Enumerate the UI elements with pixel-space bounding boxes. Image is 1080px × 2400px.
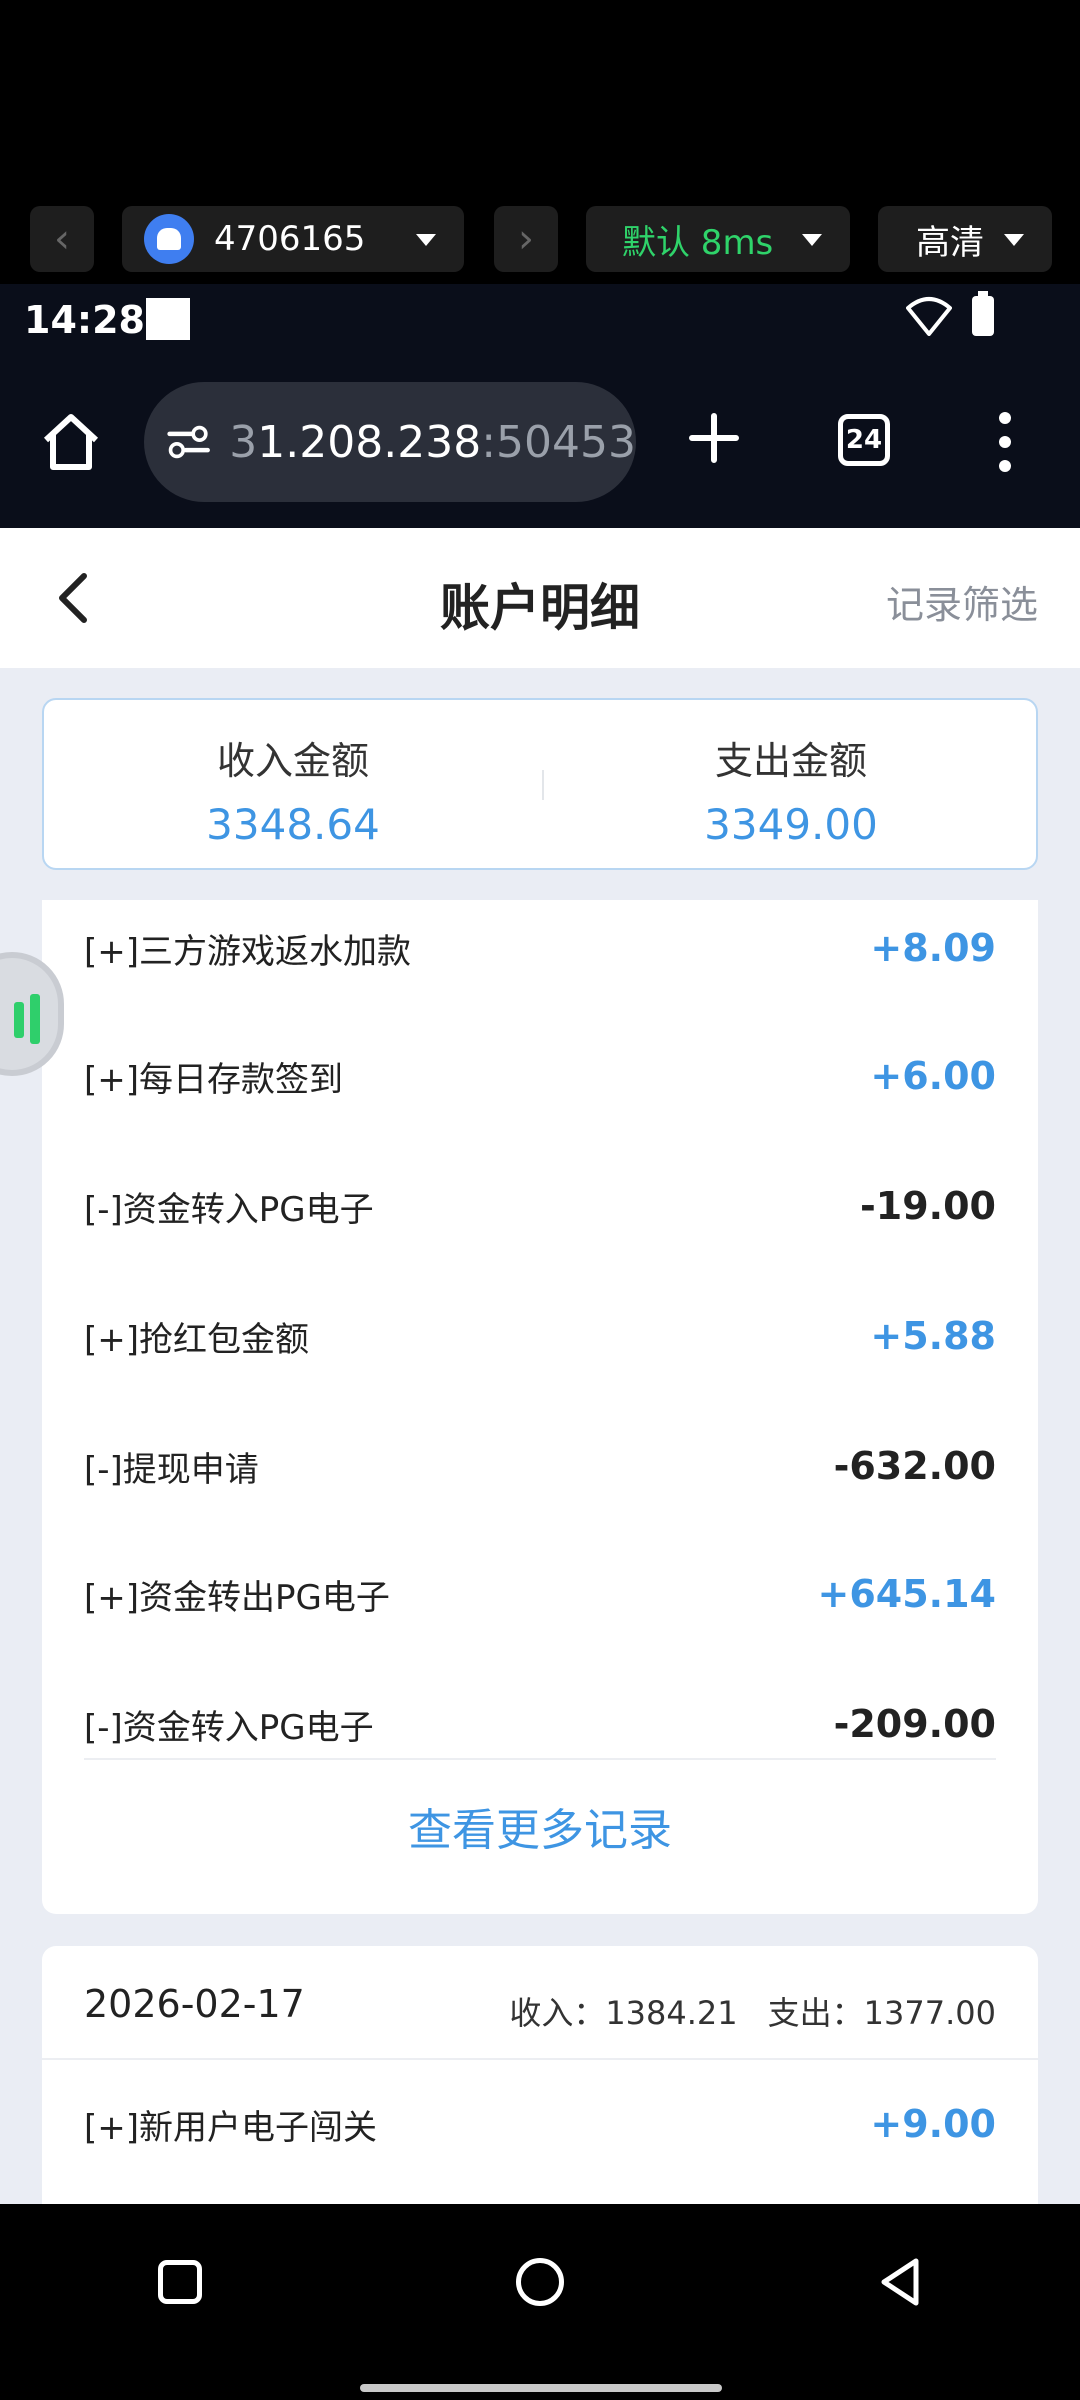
record-label: [+]每日存款签到 — [84, 1059, 344, 1100]
next-device-button[interactable]: › — [494, 206, 558, 272]
browser-toolbar: 31.208.238:50453 24 — [0, 360, 1080, 528]
divider — [84, 1758, 996, 1760]
record-amount: -19.00 — [860, 1184, 996, 1228]
device-selector[interactable]: 4706165 — [122, 206, 464, 272]
clock: 14:28 — [24, 298, 145, 342]
battery-icon — [972, 291, 994, 336]
quality-label: 高清 — [916, 222, 984, 263]
chevron-down-icon — [416, 234, 436, 246]
back-nav-icon[interactable] — [878, 2256, 922, 2308]
record-amount: +9.00 — [870, 2102, 996, 2146]
expense-summary: 支出金额 3349.00 — [542, 700, 1040, 872]
view-more-records-button[interactable]: 查看更多记录 — [42, 1794, 1038, 1858]
record-amount: +645.14 — [817, 1572, 996, 1616]
day-expense: 支出：1377.00 — [767, 1994, 996, 2032]
list-item: [+]三方游戏返水加款 +8.09 — [84, 918, 996, 978]
page-header: 账户明细 记录筛选 — [0, 528, 1080, 668]
bar-chart-icon — [30, 994, 40, 1044]
account-details-page: 账户明细 记录筛选 收入金额 3348.64 支出金额 3349.00 [+]三… — [0, 528, 1080, 2204]
wifi-icon — [906, 297, 952, 336]
record-label: [-]资金转入PG电子 — [84, 1707, 374, 1748]
expense-value: 3349.00 — [704, 800, 878, 849]
list-item: [+]新用户电子闯关 +9.00 — [84, 2094, 996, 2154]
url-text: 31.208.238:50453 — [229, 416, 636, 468]
expense-label: 支出金额 — [714, 739, 867, 783]
day-date: 2026-02-17 — [84, 1982, 305, 2026]
latency-label: 默认 8ms — [622, 222, 774, 263]
record-filter-button[interactable]: 记录筛选 — [886, 574, 1038, 629]
records-card: [+]三方游戏返水加款 +8.09 [+]每日存款签到 +6.00 [-]资金转… — [42, 900, 1038, 1914]
site-settings-icon[interactable] — [166, 422, 211, 462]
day-records-card: 2026-02-17 收入：1384.21 支出：1377.00 [+]新用户电子… — [42, 1946, 1038, 2204]
record-amount: +8.09 — [870, 926, 996, 970]
income-label: 收入金额 — [216, 739, 369, 783]
android-icon — [144, 214, 194, 264]
record-label: [+]新用户电子闯关 — [84, 2107, 378, 2148]
record-label: [+]资金转出PG电子 — [84, 1577, 390, 1618]
divider — [42, 2058, 1038, 2060]
home-nav-icon[interactable] — [516, 2258, 564, 2306]
prev-device-button[interactable]: ‹ — [30, 206, 94, 272]
notification-icon — [146, 298, 190, 340]
record-label: [+]三方游戏返水加款 — [84, 931, 412, 972]
chevron-down-icon — [1004, 234, 1024, 246]
latency-selector[interactable]: 默认 8ms — [586, 206, 850, 272]
new-tab-icon[interactable] — [688, 412, 740, 464]
home-icon[interactable] — [40, 412, 102, 472]
summary-card: 收入金额 3348.64 支出金额 3349.00 — [42, 698, 1038, 870]
list-item: [+]每日存款签到 +6.00 — [84, 1046, 996, 1106]
record-amount: -632.00 — [833, 1444, 996, 1488]
tab-switcher[interactable]: 24 — [838, 414, 890, 466]
record-amount: +5.88 — [870, 1314, 996, 1358]
device-id: 4706165 — [214, 219, 366, 259]
address-bar[interactable]: 31.208.238:50453 — [144, 382, 636, 502]
record-label: [-]提现申请 — [84, 1449, 259, 1490]
recents-icon[interactable] — [158, 2260, 202, 2304]
list-item: [-]提现申请 -632.00 — [84, 1436, 996, 1496]
more-menu-icon[interactable] — [998, 412, 1012, 472]
system-nav-bar — [0, 2204, 1080, 2400]
gesture-handle[interactable] — [360, 2384, 722, 2392]
list-item: [+]抢红包金额 +5.88 — [84, 1306, 996, 1366]
list-item: [-]资金转入PG电子 -209.00 — [84, 1694, 996, 1754]
status-bar: 14:28 — [0, 284, 1080, 360]
income-value: 3348.64 — [206, 800, 380, 849]
day-totals: 收入：1384.21 支出：1377.00 — [479, 1988, 996, 2034]
income-summary: 收入金额 3348.64 — [44, 700, 542, 872]
list-item: [-]资金转入PG电子 -19.00 — [84, 1176, 996, 1236]
record-label: [-]资金转入PG电子 — [84, 1189, 374, 1230]
quality-selector[interactable]: 高清 — [878, 206, 1052, 272]
day-income: 收入：1384.21 — [509, 1994, 738, 2032]
record-label: [+]抢红包金额 — [84, 1319, 310, 1360]
remote-toolbar: ‹ 4706165 › 默认 8ms 高清 — [0, 0, 1080, 284]
record-amount: +6.00 — [870, 1054, 996, 1098]
record-amount: -209.00 — [833, 1702, 996, 1746]
list-item: [+]资金转出PG电子 +645.14 — [84, 1564, 996, 1624]
chevron-down-icon — [802, 234, 822, 246]
bar-chart-icon — [14, 1002, 24, 1038]
